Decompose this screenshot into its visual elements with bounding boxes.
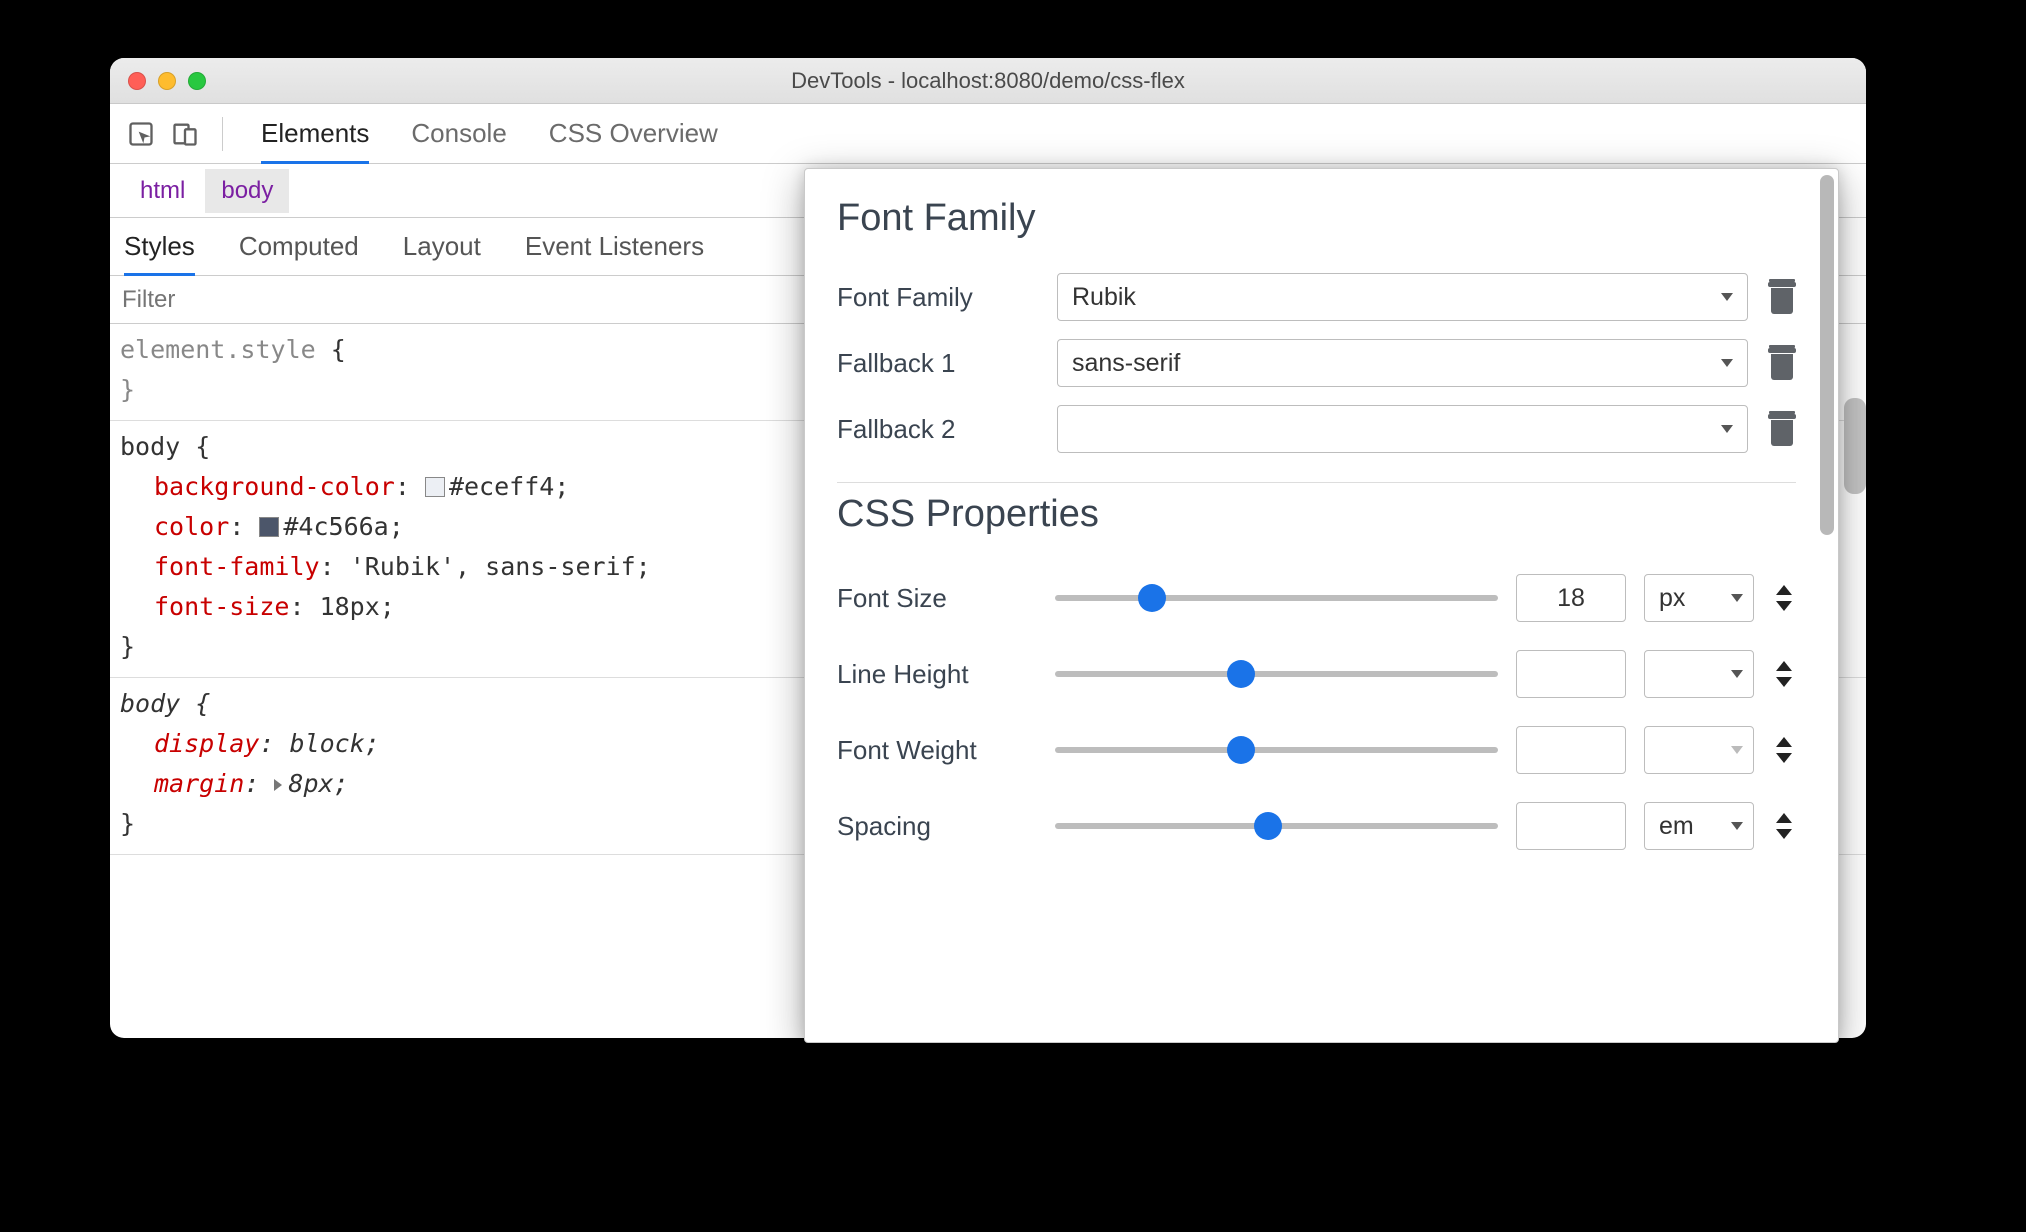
- breadcrumb-html[interactable]: html: [124, 169, 201, 213]
- property-unit-select[interactable]: em: [1644, 802, 1754, 850]
- chevron-down-icon: [1731, 746, 1743, 754]
- css-property-row: Line Height: [837, 636, 1796, 712]
- property-label: Font Size: [837, 583, 1037, 614]
- property-value-input[interactable]: [1516, 650, 1626, 698]
- chevron-down-icon: [1721, 293, 1733, 301]
- font-family-value: Rubik: [1072, 283, 1136, 312]
- delete-icon[interactable]: [1768, 280, 1796, 314]
- property-slider[interactable]: [1055, 823, 1498, 829]
- stepper-up-icon[interactable]: [1776, 585, 1792, 595]
- property-unit-select[interactable]: [1644, 726, 1754, 774]
- font-family-heading: Font Family: [837, 197, 1796, 240]
- window-controls: [110, 72, 206, 90]
- tab-css-overview[interactable]: CSS Overview: [549, 104, 718, 163]
- value-stepper[interactable]: [1772, 661, 1796, 687]
- value-stepper[interactable]: [1772, 585, 1796, 611]
- stepper-down-icon[interactable]: [1776, 753, 1792, 763]
- unit-value: px: [1659, 584, 1685, 613]
- section-divider: [837, 482, 1796, 483]
- font-family-row: Fallback 1 sans-serif: [837, 330, 1796, 396]
- subtab-computed[interactable]: Computed: [239, 218, 359, 275]
- subtab-layout[interactable]: Layout: [403, 218, 481, 275]
- property-slider[interactable]: [1055, 595, 1498, 601]
- property-value-input[interactable]: 18: [1516, 574, 1626, 622]
- font-family-value: sans-serif: [1072, 349, 1180, 378]
- tab-elements[interactable]: Elements: [261, 104, 369, 163]
- font-family-label: Fallback 1: [837, 348, 1037, 379]
- subtab-event-listeners[interactable]: Event Listeners: [525, 218, 704, 275]
- slider-thumb[interactable]: [1138, 584, 1166, 612]
- value-stepper[interactable]: [1772, 813, 1796, 839]
- css-property-row: Font Size 18 px: [837, 560, 1796, 636]
- delete-icon[interactable]: [1768, 412, 1796, 446]
- delete-icon[interactable]: [1768, 346, 1796, 380]
- slider-thumb[interactable]: [1254, 812, 1282, 840]
- stepper-up-icon[interactable]: [1776, 813, 1792, 823]
- chevron-down-icon: [1731, 594, 1743, 602]
- zoom-window-button[interactable]: [188, 72, 206, 90]
- font-family-label: Font Family: [837, 282, 1037, 313]
- property-label: Spacing: [837, 811, 1037, 842]
- slider-thumb[interactable]: [1227, 736, 1255, 764]
- stepper-up-icon[interactable]: [1776, 661, 1792, 671]
- font-family-select[interactable]: [1057, 405, 1748, 453]
- slider-thumb[interactable]: [1227, 660, 1255, 688]
- minimize-window-button[interactable]: [158, 72, 176, 90]
- breadcrumb-body[interactable]: body: [205, 169, 289, 213]
- panel-tabs: Elements Console CSS Overview: [261, 104, 718, 163]
- subtab-styles[interactable]: Styles: [124, 218, 195, 275]
- toolbar-separator: [222, 117, 223, 151]
- font-family-row: Font Family Rubik: [837, 264, 1796, 330]
- stepper-down-icon[interactable]: [1776, 601, 1792, 611]
- scrollbar-thumb[interactable]: [1844, 398, 1866, 494]
- css-property-row: Font Weight: [837, 712, 1796, 788]
- css-property-row: Spacing em: [837, 788, 1796, 864]
- tab-console[interactable]: Console: [411, 104, 506, 163]
- stepper-down-icon[interactable]: [1776, 829, 1792, 839]
- property-unit-select[interactable]: [1644, 650, 1754, 698]
- css-properties-heading: CSS Properties: [837, 493, 1796, 536]
- close-window-button[interactable]: [128, 72, 146, 90]
- stepper-up-icon[interactable]: [1776, 737, 1792, 747]
- chevron-down-icon: [1721, 425, 1733, 433]
- chevron-down-icon: [1721, 359, 1733, 367]
- chevron-down-icon: [1731, 670, 1743, 678]
- property-label: Line Height: [837, 659, 1037, 690]
- stepper-down-icon[interactable]: [1776, 677, 1792, 687]
- unit-value: em: [1659, 812, 1694, 841]
- devtools-toolbar: Elements Console CSS Overview: [110, 104, 1866, 164]
- property-value-input[interactable]: [1516, 802, 1626, 850]
- property-value-input[interactable]: [1516, 726, 1626, 774]
- font-family-row: Fallback 2: [837, 396, 1796, 462]
- property-label: Font Weight: [837, 735, 1037, 766]
- property-unit-select[interactable]: px: [1644, 574, 1754, 622]
- chevron-down-icon: [1731, 822, 1743, 830]
- property-slider[interactable]: [1055, 747, 1498, 753]
- font-family-label: Fallback 2: [837, 414, 1037, 445]
- popover-scrollbar[interactable]: [1820, 175, 1834, 1036]
- device-toolbar-icon[interactable]: [168, 117, 202, 151]
- font-family-select[interactable]: Rubik: [1057, 273, 1748, 321]
- window-title: DevTools - localhost:8080/demo/css-flex: [110, 68, 1866, 94]
- font-family-select[interactable]: sans-serif: [1057, 339, 1748, 387]
- inspect-element-icon[interactable]: [124, 117, 158, 151]
- value-stepper[interactable]: [1772, 737, 1796, 763]
- property-slider[interactable]: [1055, 671, 1498, 677]
- font-editor-popover: Font Family Font Family Rubik Fallback 1 sa…: [804, 168, 1839, 1043]
- window-titlebar: DevTools - localhost:8080/demo/css-flex: [110, 58, 1866, 104]
